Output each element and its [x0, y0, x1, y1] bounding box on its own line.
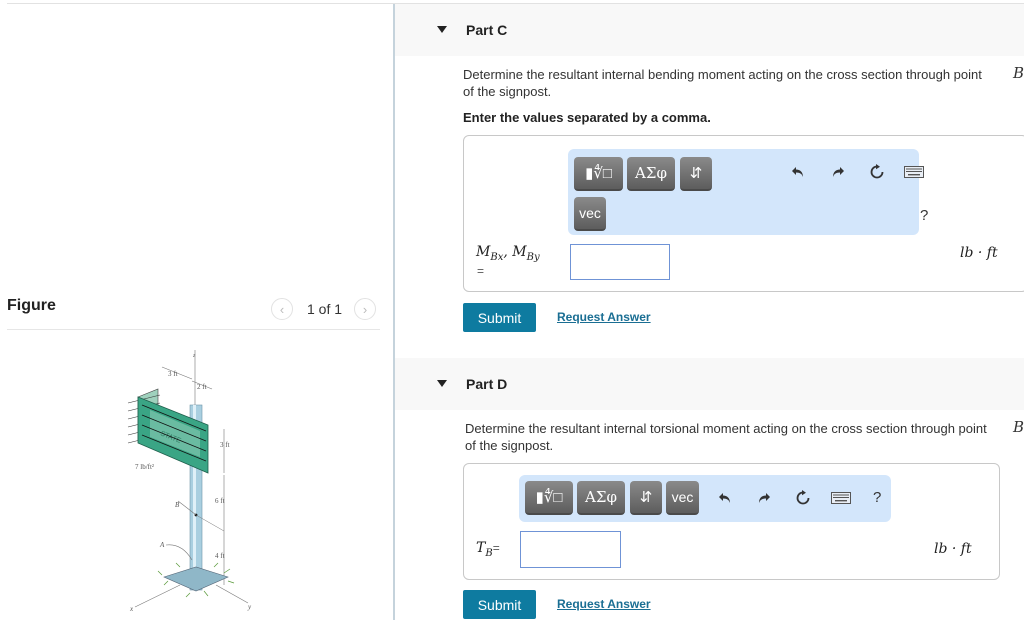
figure-divider	[7, 329, 380, 330]
dim-4ft: 4 ft	[215, 552, 225, 560]
help-button[interactable]: ?	[873, 489, 881, 506]
part-d-answer-input[interactable]	[520, 531, 621, 568]
dim-2ft: 2 ft	[197, 383, 207, 391]
part-d-unit: lb · ft	[934, 541, 972, 557]
greek-symbols-button[interactable]: ΑΣφ	[577, 481, 625, 515]
undo-icon[interactable]	[714, 487, 736, 509]
figure-title: Figure	[7, 297, 56, 314]
point-b-label: B	[175, 501, 180, 509]
part-c-variable-label: MBx, MBy	[476, 244, 540, 263]
dim-3ft-side: 3 ft	[220, 441, 230, 449]
arrows-button[interactable]: ⇵	[680, 157, 712, 191]
radical-template-icon: ▮∜□	[535, 489, 563, 506]
pressure-label: 7 lb/ft²	[135, 463, 154, 471]
help-button[interactable]: ?	[920, 207, 928, 224]
point-a-label: A	[159, 541, 165, 549]
part-c-request-answer-link[interactable]: Request Answer	[557, 310, 651, 324]
part-d-answer-box: ▮∜□ ΑΣφ ⇵ vec ? TB= lb · ft	[463, 463, 1000, 580]
templates-button[interactable]: ▮∜□	[574, 157, 623, 191]
keyboard-icon[interactable]	[830, 487, 852, 509]
part-d-request-answer-link[interactable]: Request Answer	[557, 597, 651, 611]
question-text: Determine the resultant internal bending…	[463, 67, 982, 82]
vector-button[interactable]: vec	[574, 197, 606, 231]
part-d-question: Determine the resultant internal torsion…	[465, 419, 1024, 454]
reset-icon[interactable]	[792, 487, 814, 509]
vector-button[interactable]: vec	[666, 481, 699, 515]
radical-template-icon: ▮∜□	[585, 165, 612, 182]
y-axis-line	[215, 584, 249, 604]
part-c-unit: lb · ft	[960, 245, 998, 261]
part-c-title: Part C	[466, 22, 508, 38]
panel-divider[interactable]	[393, 4, 395, 620]
keyboard-icon[interactable]	[903, 161, 925, 183]
equals-sign: =	[477, 264, 485, 278]
axis-x-label: x	[129, 605, 134, 613]
undo-icon[interactable]	[787, 161, 809, 183]
redo-icon[interactable]	[753, 487, 775, 509]
question-tail: of the signpost.	[463, 84, 552, 99]
part-c-instruction: Enter the values separated by a comma.	[463, 110, 711, 125]
arrows-button[interactable]: ⇵	[630, 481, 662, 515]
prev-figure-button[interactable]: ‹	[271, 298, 293, 320]
part-d-submit-button[interactable]: Submit	[463, 590, 536, 619]
next-figure-button[interactable]: ›	[354, 298, 377, 320]
chevron-left-icon: ‹	[279, 301, 285, 317]
redo-icon[interactable]	[827, 161, 849, 183]
x-axis-line	[134, 584, 181, 608]
templates-button[interactable]: ▮∜□	[525, 481, 573, 515]
part-c-header[interactable]: Part C	[395, 4, 1024, 56]
signpost-figure[interactable]: z 3 ft 2 ft STATE 3 ft 7 lb/ft² 6 ft 4 f…	[120, 345, 280, 620]
collapse-caret-icon	[437, 380, 447, 387]
axis-z-label: z	[192, 353, 196, 359]
part-d-math-toolbar: ▮∜□ ΑΣφ ⇵ vec ?	[519, 475, 891, 522]
point-b-math: B	[1012, 418, 1024, 436]
part-c-math-toolbar: ▮∜□ ΑΣφ ⇵ vec ?	[568, 149, 928, 235]
reset-icon[interactable]	[866, 161, 888, 183]
part-d-header[interactable]: Part D	[395, 358, 1024, 410]
question-text: Determine the resultant internal torsion…	[465, 421, 987, 436]
dim-3ft-top: 3 ft	[168, 370, 178, 378]
collapse-caret-icon	[437, 26, 447, 33]
pager-text: 1 of 1	[307, 301, 343, 317]
base-plate	[163, 566, 229, 592]
greek-symbols-button[interactable]: ΑΣφ	[627, 157, 675, 191]
axis-y-label: y	[247, 603, 252, 611]
part-d-title: Part D	[466, 376, 508, 392]
chevron-right-icon: ›	[362, 301, 368, 317]
part-c-answer-input[interactable]	[570, 244, 670, 280]
dim-6ft: 6 ft	[215, 497, 225, 505]
part-c-question: Determine the resultant internal bending…	[463, 65, 1024, 100]
part-c-submit-button[interactable]: Submit	[463, 303, 536, 332]
point-b-math: B	[1012, 64, 1024, 82]
part-c-answer-box: ▮∜□ ΑΣφ ⇵ vec ? MBx, MBy = lb · ft	[463, 135, 1024, 292]
figure-pager: ‹ 1 of 1 ›	[271, 298, 377, 320]
question-tail: of the signpost.	[465, 438, 554, 453]
part-d-variable-label: TB=	[476, 540, 500, 559]
